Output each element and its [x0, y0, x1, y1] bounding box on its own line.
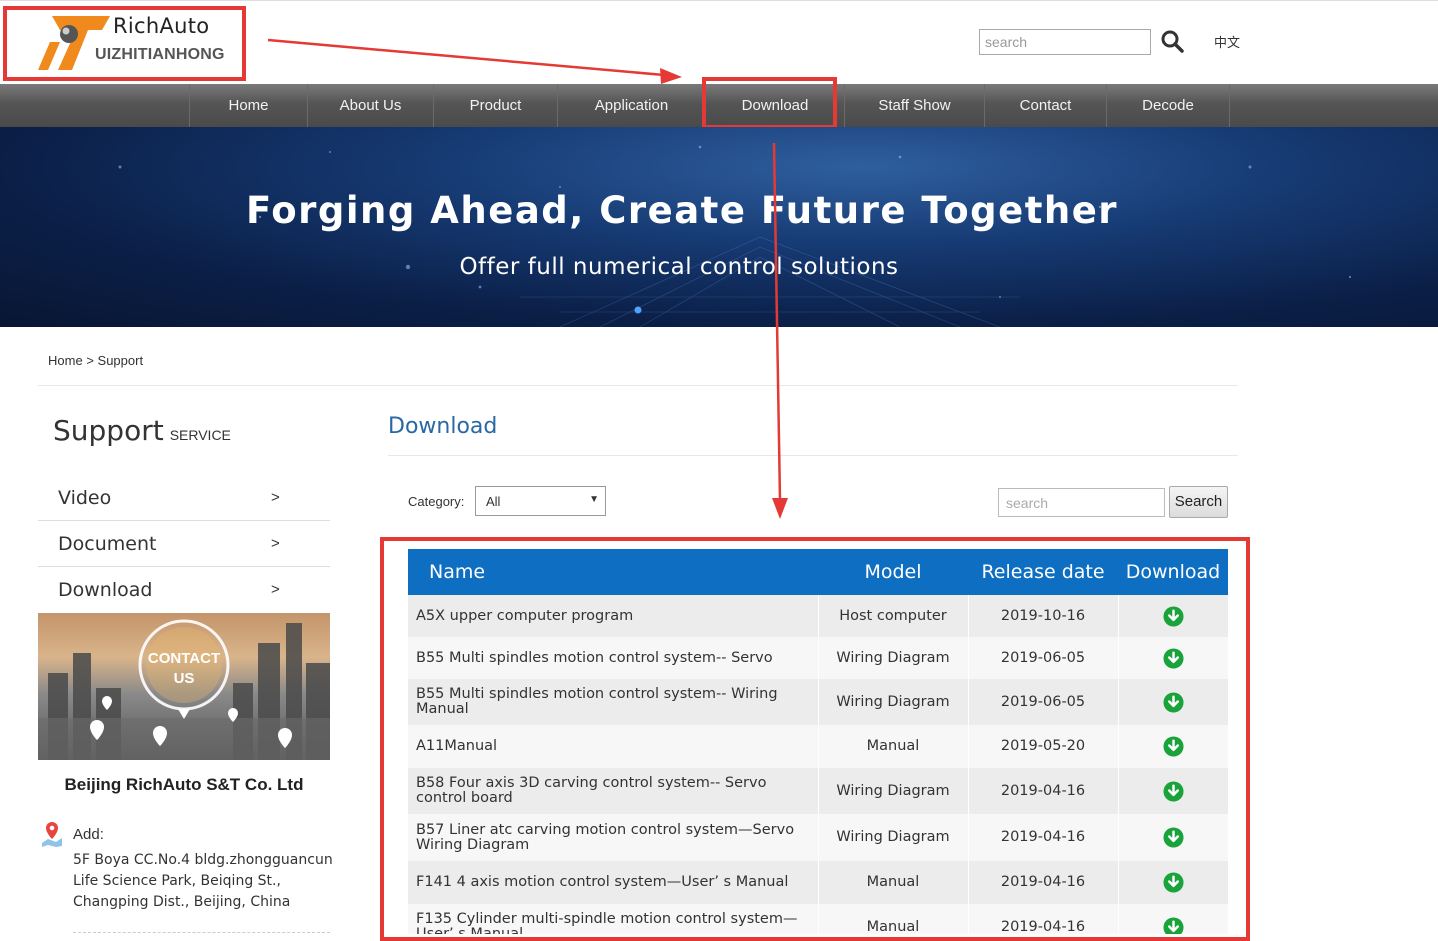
- company-name: Beijing RichAuto S&T Co. Ltd: [64, 775, 304, 794]
- contact-us-line-1: CONTACT: [147, 650, 221, 667]
- chevron-right-icon: >: [271, 581, 280, 598]
- contact-us-line-2: US: [173, 670, 195, 687]
- category-select[interactable]: All ▼: [475, 486, 606, 516]
- sidebar-item-label: Video: [58, 487, 112, 509]
- divider: [38, 385, 1238, 386]
- hero-banner: Forging Ahead, Create Future Together Of…: [0, 127, 1438, 327]
- nav-decode[interactable]: Decode: [1106, 84, 1230, 127]
- top-border: [0, 0, 1438, 5]
- nav-contact[interactable]: Contact: [984, 84, 1106, 127]
- nav-application[interactable]: Application: [557, 84, 705, 127]
- sidebar-item-label: Download: [58, 579, 153, 601]
- caret-down-icon: ▼: [589, 494, 599, 505]
- search-icon[interactable]: [1160, 29, 1184, 53]
- page-title: Download: [388, 414, 498, 439]
- annotation-highlight-table: [380, 537, 1250, 941]
- sidebar-subtitle: SERVICE: [169, 427, 231, 443]
- search-button[interactable]: Search: [1169, 486, 1228, 518]
- breadcrumb: Home > Support: [48, 353, 143, 368]
- contact-us-image[interactable]: CONTACT US: [38, 613, 330, 760]
- nav-about-us[interactable]: About Us: [307, 84, 433, 127]
- sidebar-title: Support SERVICE: [53, 414, 231, 447]
- sidebar-title-text: Support: [53, 414, 164, 447]
- nav-product[interactable]: Product: [433, 84, 557, 127]
- address-text: 5F Boya CC.No.4 bldg.zhongguancun Life S…: [73, 852, 333, 910]
- divider: [388, 455, 1238, 456]
- divider: [73, 932, 330, 934]
- chevron-right-icon: >: [271, 489, 280, 506]
- nav-staff-show[interactable]: Staff Show: [844, 84, 984, 127]
- annotation-arrow-logo-to-nav: [267, 38, 682, 84]
- header-search-input[interactable]: [979, 29, 1151, 55]
- logo-text: RichAuto: [113, 14, 210, 38]
- banner-subtitle: Offer full numerical control solutions: [459, 254, 899, 280]
- chevron-right-icon: >: [271, 535, 280, 552]
- sidebar-item-document[interactable]: Document >: [38, 521, 330, 567]
- breadcrumb-home[interactable]: Home: [48, 353, 83, 368]
- nav-home[interactable]: Home: [189, 84, 307, 127]
- sidebar-item-download[interactable]: Download >: [38, 567, 330, 613]
- annotation-highlight-nav-download: [702, 77, 837, 129]
- banner-title: Forging Ahead, Create Future Together: [245, 189, 1119, 232]
- sidebar-item-video[interactable]: Video >: [38, 475, 330, 521]
- breadcrumb-current[interactable]: Support: [98, 353, 144, 368]
- breadcrumb-separator: >: [86, 353, 94, 368]
- category-value: All: [486, 494, 501, 509]
- sidebar-item-label: Document: [58, 533, 157, 555]
- category-label: Category:: [408, 494, 465, 509]
- contact-us-text: CONTACT US: [38, 649, 330, 689]
- address-label: Add:: [73, 826, 104, 843]
- logo-subtext: UIZHITIANHONG: [95, 46, 225, 63]
- download-search-input[interactable]: [998, 488, 1165, 517]
- language-link[interactable]: 中文: [1214, 32, 1240, 51]
- location-pin-icon: [42, 822, 62, 847]
